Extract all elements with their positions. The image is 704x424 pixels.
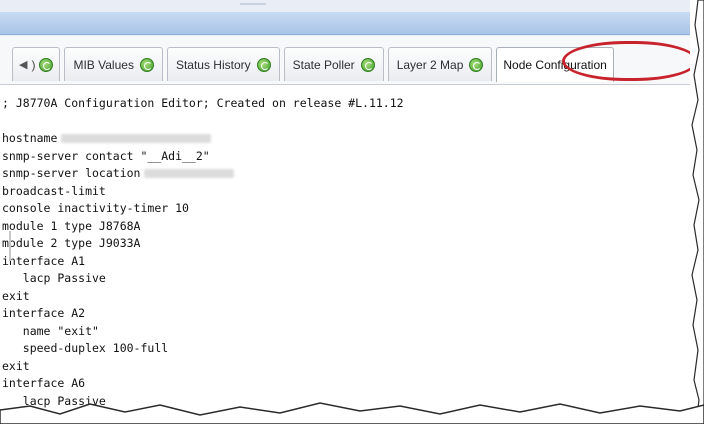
config-line: broadcast-limit (2, 183, 106, 198)
config-line: lacp Passive (2, 271, 106, 285)
resize-handle[interactable] (240, 3, 266, 5)
config-keyword: hostname (2, 131, 58, 145)
config-line: hostname (2, 130, 692, 148)
config-line: ; J8770A Configuration Editor; Created o… (2, 96, 404, 110)
config-line: module 1 type J8768A (2, 218, 141, 233)
config-line: speed-duplex 100-full (2, 341, 169, 355)
tab-scroll-left[interactable]: ◀ ) (12, 47, 61, 81)
editor-gutter-marker (9, 231, 11, 261)
config-line: interface A1 (2, 253, 86, 268)
refresh-icon[interactable] (469, 57, 484, 72)
redacted-value (61, 134, 212, 143)
config-line: snmp-server contact "__Adi__2" (2, 148, 210, 163)
refresh-icon[interactable] (39, 57, 54, 72)
refresh-icon[interactable] (139, 57, 154, 72)
tab-label: State Poller (292, 57, 355, 72)
tab-strip: ◀ ) MIB Values Status History State Poll… (0, 36, 704, 85)
tab-label: Status History (175, 57, 251, 72)
tab-layer-2-map[interactable]: Layer 2 Map (387, 47, 493, 81)
chevron-left-icon[interactable]: ◀ (19, 58, 27, 71)
config-line: exit (2, 358, 30, 373)
config-line (2, 113, 692, 131)
torn-edge-bottom (0, 402, 704, 424)
tab-node-configuration[interactable]: Node Configuration (496, 47, 614, 82)
redacted-value (144, 169, 235, 178)
tab-mib-values[interactable]: MIB Values (64, 47, 163, 81)
config-line: console inactivity-timer 10 (2, 201, 189, 215)
tab-label: MIB Values (73, 57, 134, 72)
tab-label: Node Configuration (503, 58, 607, 72)
tab-label: Layer 2 Map (396, 57, 464, 72)
config-line: snmp-server location (2, 165, 692, 183)
tab-state-poller[interactable]: State Poller (283, 47, 384, 81)
config-line: module 2 type J9033A (2, 236, 141, 250)
refresh-icon[interactable] (360, 57, 375, 72)
torn-edge-right (690, 0, 704, 424)
config-line: interface A6 (2, 376, 86, 390)
tab-partial-label: ) (31, 57, 36, 72)
panel-header-bar (0, 12, 692, 35)
config-line: interface A2 (2, 306, 86, 320)
config-editor[interactable]: ; J8770A Configuration Editor; Created o… (0, 85, 692, 424)
tab-status-history[interactable]: Status History (166, 47, 280, 81)
refresh-icon[interactable] (256, 57, 271, 72)
config-keyword: snmp-server location (2, 166, 141, 180)
config-line: name "exit" (2, 323, 99, 338)
config-text[interactable]: ; J8770A Configuration Editor; Created o… (0, 85, 692, 410)
config-line: exit (2, 288, 30, 303)
